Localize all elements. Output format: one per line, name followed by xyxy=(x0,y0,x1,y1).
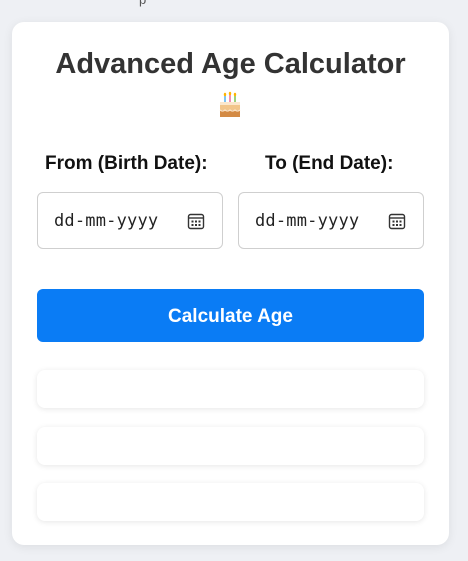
calendar-icon[interactable] xyxy=(388,212,406,230)
birth-date-placeholder: dd-mm-yyyy xyxy=(54,211,159,231)
calendar-icon[interactable] xyxy=(187,212,205,230)
top-text-fragment: p xyxy=(0,0,468,8)
top-fragment-text: p xyxy=(139,0,146,7)
birthday-cake-icon xyxy=(219,91,241,117)
end-date-input[interactable]: dd-mm-yyyy xyxy=(238,192,424,249)
result-box xyxy=(37,370,424,408)
from-date-label: From (Birth Date): xyxy=(45,153,208,174)
age-calculator-card: Advanced Age Calculator From (Birth Date… xyxy=(12,22,449,545)
end-date-placeholder: dd-mm-yyyy xyxy=(255,211,360,231)
result-box xyxy=(37,483,424,521)
to-date-label: To (End Date): xyxy=(265,153,394,174)
page-title: Advanced Age Calculator xyxy=(55,48,406,80)
calculate-age-button[interactable]: Calculate Age xyxy=(37,289,424,342)
birth-date-input[interactable]: dd-mm-yyyy xyxy=(37,192,223,249)
result-box xyxy=(37,427,424,465)
